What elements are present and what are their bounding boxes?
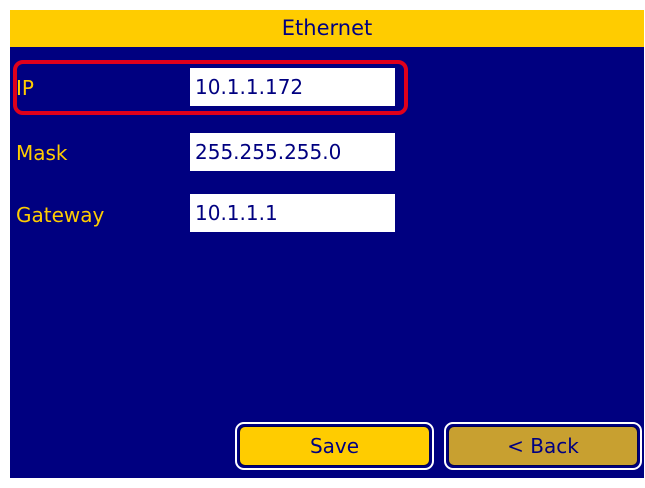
ethernet-settings-screen: Ethernet IP 10.1.1.172 Mask 255.255.255.… <box>0 0 645 488</box>
screen-title: Ethernet <box>10 10 644 47</box>
ip-label: IP <box>16 76 34 100</box>
mask-label: Mask <box>16 141 68 165</box>
gateway-field[interactable]: 10.1.1.1 <box>190 194 395 232</box>
ip-field[interactable]: 10.1.1.172 <box>190 68 395 106</box>
back-button-label: < Back <box>448 426 638 466</box>
save-button-label: Save <box>239 426 430 466</box>
gateway-label: Gateway <box>16 203 105 227</box>
settings-panel: IP 10.1.1.172 Mask 255.255.255.0 Gateway… <box>10 47 644 478</box>
mask-field[interactable]: 255.255.255.0 <box>190 133 395 171</box>
save-button[interactable]: Save <box>235 422 434 470</box>
back-button[interactable]: < Back <box>444 422 642 470</box>
